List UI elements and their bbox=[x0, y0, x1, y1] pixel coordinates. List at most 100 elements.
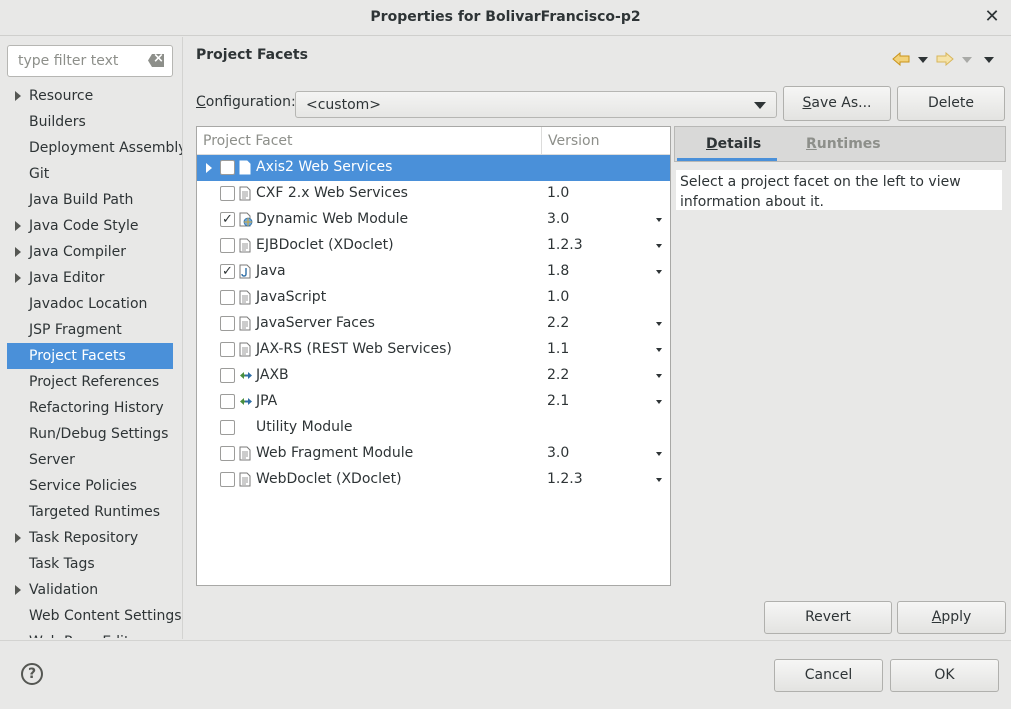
version-dropdown-icon[interactable] bbox=[656, 218, 662, 222]
expand-arrow-icon[interactable] bbox=[15, 585, 21, 595]
expand-arrow-icon[interactable] bbox=[15, 533, 21, 543]
version-dropdown-icon[interactable] bbox=[656, 244, 662, 248]
facet-row-axis2-web-services[interactable]: Axis2 Web Services bbox=[197, 155, 670, 181]
facet-checkbox[interactable] bbox=[220, 316, 235, 331]
document-icon bbox=[239, 160, 251, 175]
facet-name: Dynamic Web Module bbox=[256, 211, 409, 227]
sidebar-item-label: Java Code Style bbox=[29, 218, 139, 234]
help-icon[interactable]: ? bbox=[21, 663, 43, 685]
close-icon[interactable]: ✕ bbox=[983, 8, 1001, 26]
facet-checkbox[interactable]: ✓ bbox=[220, 264, 235, 279]
sidebar-item-task-repository[interactable]: Task Repository bbox=[0, 525, 182, 551]
sidebar-item-java-compiler[interactable]: Java Compiler bbox=[0, 239, 182, 265]
sidebar-item-refactoring-history[interactable]: Refactoring History bbox=[0, 395, 182, 421]
facet-row-javascript[interactable]: JavaScript 1.0 bbox=[197, 285, 670, 311]
facet-version[interactable]: 1.1 bbox=[547, 341, 569, 357]
sidebar-item-service-policies[interactable]: Service Policies bbox=[0, 473, 182, 499]
version-dropdown-icon[interactable] bbox=[656, 452, 662, 456]
facet-row-dynamic-web-module[interactable]: ✓ Dynamic Web Module 3.0 bbox=[197, 207, 670, 233]
sidebar-item-javadoc-location[interactable]: Javadoc Location bbox=[0, 291, 182, 317]
sidebar-item-targeted-runtimes[interactable]: Targeted Runtimes bbox=[0, 499, 182, 525]
facet-checkbox[interactable] bbox=[220, 368, 235, 383]
forward-history-dropdown-icon[interactable] bbox=[962, 57, 972, 63]
facet-name: CXF 2.x Web Services bbox=[256, 185, 408, 201]
sidebar-item-deployment-assembly[interactable]: Deployment Assembly bbox=[0, 135, 182, 161]
sidebar-item-web-content-settings[interactable]: Web Content Settings bbox=[0, 603, 182, 629]
expand-arrow-icon[interactable] bbox=[15, 221, 21, 231]
sidebar-item-web-page-editor[interactable]: Web Page Editor bbox=[0, 629, 182, 638]
facet-version[interactable]: 2.1 bbox=[547, 393, 569, 409]
back-arrow-icon[interactable] bbox=[892, 52, 910, 66]
sidebar-item-java-code-style[interactable]: Java Code Style bbox=[0, 213, 182, 239]
sidebar-item-builders[interactable]: Builders bbox=[0, 109, 182, 135]
facet-checkbox[interactable] bbox=[220, 238, 235, 253]
configuration-select[interactable]: <custom> bbox=[295, 91, 777, 118]
forward-arrow-icon[interactable] bbox=[936, 52, 954, 66]
sidebar-item-run-debug-settings[interactable]: Run/Debug Settings bbox=[0, 421, 182, 447]
column-header-facet[interactable]: Project Facet bbox=[203, 133, 293, 149]
save-as-button[interactable]: Save As... bbox=[783, 86, 891, 121]
sidebar-item-project-references[interactable]: Project References bbox=[0, 369, 182, 395]
apply-button[interactable]: Apply bbox=[897, 601, 1006, 634]
facet-version[interactable]: 2.2 bbox=[547, 315, 569, 331]
delete-button[interactable]: Delete bbox=[897, 86, 1005, 121]
facet-version[interactable]: 1.8 bbox=[547, 263, 569, 279]
facet-row-utility-module[interactable]: Utility Module bbox=[197, 415, 670, 441]
filter-input[interactable] bbox=[16, 51, 146, 71]
facet-checkbox[interactable] bbox=[220, 342, 235, 357]
version-dropdown-icon[interactable] bbox=[656, 478, 662, 482]
expand-arrow-icon[interactable] bbox=[15, 273, 21, 283]
facet-checkbox[interactable] bbox=[220, 446, 235, 461]
facet-checkbox[interactable]: ✓ bbox=[220, 212, 235, 227]
back-history-dropdown-icon[interactable] bbox=[918, 57, 928, 63]
sidebar-item-resource[interactable]: Resource bbox=[0, 83, 182, 109]
clear-filter-icon[interactable] bbox=[148, 54, 164, 67]
version-dropdown-icon[interactable] bbox=[656, 348, 662, 352]
facet-version[interactable]: 3.0 bbox=[547, 211, 569, 227]
expand-arrow-icon[interactable] bbox=[15, 91, 21, 101]
facet-checkbox[interactable] bbox=[220, 160, 235, 175]
sidebar-item-java-editor[interactable]: Java Editor bbox=[0, 265, 182, 291]
view-menu-icon[interactable] bbox=[984, 57, 994, 63]
facet-checkbox[interactable] bbox=[220, 472, 235, 487]
facet-version[interactable]: 2.2 bbox=[547, 367, 569, 383]
facet-checkbox[interactable] bbox=[220, 290, 235, 305]
sidebar-item-java-build-path[interactable]: Java Build Path bbox=[0, 187, 182, 213]
expand-arrow-icon[interactable] bbox=[15, 247, 21, 257]
facet-version[interactable]: 1.2.3 bbox=[547, 237, 583, 253]
facet-checkbox[interactable] bbox=[220, 186, 235, 201]
tab-runtimes[interactable]: Runtimes bbox=[806, 136, 881, 152]
facet-row-jax-rs-rest-web-services[interactable]: JAX-RS (REST Web Services) 1.1 bbox=[197, 337, 670, 363]
version-dropdown-icon[interactable] bbox=[656, 374, 662, 378]
sidebar-item-jsp-fragment[interactable]: JSP Fragment bbox=[0, 317, 182, 343]
sidebar-item-task-tags[interactable]: Task Tags bbox=[0, 551, 182, 577]
version-dropdown-icon[interactable] bbox=[656, 322, 662, 326]
sidebar-item-server[interactable]: Server bbox=[0, 447, 182, 473]
facet-row-javaserver-faces[interactable]: JavaServer Faces 2.2 bbox=[197, 311, 670, 337]
facet-checkbox[interactable] bbox=[220, 420, 235, 435]
facet-version[interactable]: 1.2.3 bbox=[547, 471, 583, 487]
sidebar-item-project-facets[interactable]: Project Facets bbox=[7, 343, 173, 369]
facet-row-webdoclet-xdoclet[interactable]: WebDoclet (XDoclet) 1.2.3 bbox=[197, 467, 670, 493]
sidebar-item-validation[interactable]: Validation bbox=[0, 577, 182, 603]
column-header-version[interactable]: Version bbox=[548, 133, 599, 149]
ok-button[interactable]: OK bbox=[890, 659, 999, 692]
sidebar-item-git[interactable]: Git bbox=[0, 161, 182, 187]
facet-row-cxf-2-x-web-services[interactable]: CXF 2.x Web Services 1.0 bbox=[197, 181, 670, 207]
version-dropdown-icon[interactable] bbox=[656, 270, 662, 274]
expand-arrow-icon[interactable] bbox=[206, 163, 212, 173]
facet-row-web-fragment-module[interactable]: Web Fragment Module 3.0 bbox=[197, 441, 670, 467]
facet-version[interactable]: 3.0 bbox=[547, 445, 569, 461]
facet-version: 1.0 bbox=[547, 289, 570, 305]
facet-row-ejbdoclet-xdoclet[interactable]: EJBDoclet (XDoclet) 1.2.3 bbox=[197, 233, 670, 259]
facet-row-jpa[interactable]: JPA 2.1 bbox=[197, 389, 670, 415]
facet-row-jaxb[interactable]: JAXB 2.2 bbox=[197, 363, 670, 389]
facet-checkbox[interactable] bbox=[220, 394, 235, 409]
facet-row-java[interactable]: ✓ Java 1.8 bbox=[197, 259, 670, 285]
revert-button[interactable]: Revert bbox=[764, 601, 892, 634]
version-dropdown-icon[interactable] bbox=[656, 400, 662, 404]
column-separator[interactable] bbox=[541, 127, 542, 155]
cancel-button[interactable]: Cancel bbox=[774, 659, 883, 692]
filter-field[interactable] bbox=[7, 45, 173, 77]
tab-details[interactable]: Details bbox=[706, 136, 761, 152]
